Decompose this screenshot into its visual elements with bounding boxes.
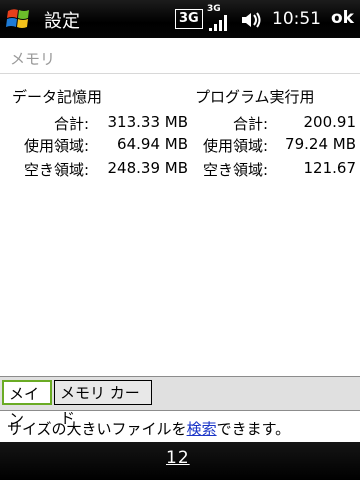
clock[interactable]: 10:51 — [272, 9, 321, 29]
data-used-label: 使用領域: — [23, 137, 89, 155]
tab-main[interactable]: メイン — [2, 380, 52, 428]
volume-icon[interactable] — [240, 10, 264, 30]
app-title: 設定 — [44, 11, 80, 32]
3g-data-icon[interactable]: 3G — [175, 9, 203, 29]
program-free-label: 空き領域: — [202, 161, 268, 179]
search-hint-text-after: できます。 — [216, 420, 291, 438]
title-bar: 設定 3G 3G 10:51 ok — [0, 0, 360, 38]
section-divider — [0, 73, 360, 74]
signal-strength-icon[interactable]: 3G — [207, 2, 233, 34]
program-total-value: 200.91 — [303, 113, 357, 131]
tab-memory-card[interactable]: メモリ カード — [54, 380, 152, 427]
search-hint: サイズの大きいファイルを検索できます。 — [7, 418, 290, 439]
section-header: メモリ — [10, 50, 56, 68]
softkey-bar: 12 — [0, 442, 360, 480]
program-used-label: 使用領域: — [202, 137, 268, 155]
data-total-value: 313.33 MB — [107, 113, 189, 131]
program-free-value: 121.67 — [303, 159, 357, 177]
data-used-value: 64.94 MB — [117, 135, 188, 153]
data-free-value: 248.39 MB — [107, 159, 189, 177]
ok-button[interactable]: ok — [331, 8, 354, 28]
program-used-value: 79.24 MB — [285, 135, 356, 153]
search-link[interactable]: 検索 — [187, 420, 217, 438]
program-total-label: 合計: — [232, 115, 268, 133]
data-total-label: 合計: — [53, 115, 89, 133]
data-storage-heading: データ記憶用 — [12, 88, 103, 106]
windows-start-icon[interactable] — [4, 5, 34, 33]
program-memory-heading: プログラム実行用 — [195, 88, 315, 106]
data-free-label: 空き領域: — [23, 161, 89, 179]
search-hint-text-before: サイズの大きいファイルを — [7, 420, 187, 438]
tab-bar: メイン メモリ カード — [0, 376, 360, 428]
input-panel-button[interactable]: 12 — [166, 448, 190, 468]
